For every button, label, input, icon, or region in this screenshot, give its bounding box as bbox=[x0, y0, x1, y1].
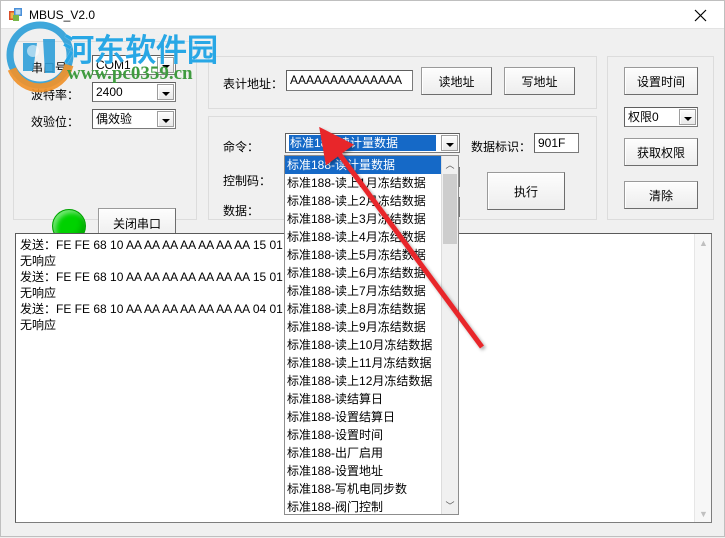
dropdown-item[interactable]: 标准188-设置地址 bbox=[285, 462, 441, 480]
dropdown-item[interactable]: 标准188-读上6月冻结数据 bbox=[285, 264, 441, 282]
serial-settings-panel: 串口号： COM1 波特率： 2400 效验位： 偶效验 关闭串口 bbox=[13, 41, 197, 243]
dropdown-item[interactable]: 标准188-读上2月冻结数据 bbox=[285, 192, 441, 210]
chevron-down-icon[interactable] bbox=[157, 84, 174, 100]
scroll-down-icon[interactable]: ▼ bbox=[695, 505, 711, 522]
data-label: 数据： bbox=[223, 204, 260, 218]
set-time-button[interactable]: 设置时间 bbox=[624, 67, 698, 95]
dropdown-item[interactable]: 标准188-写机电同步数 bbox=[285, 480, 441, 498]
port-combo[interactable]: COM1 bbox=[92, 55, 176, 75]
dropdown-item[interactable]: 标准188-读上12月冻结数据 bbox=[285, 372, 441, 390]
control-code-label: 控制码： bbox=[223, 174, 272, 188]
baud-label: 波特率： bbox=[31, 88, 80, 102]
parity-label: 效验位： bbox=[31, 115, 80, 129]
clear-button[interactable]: 清除 bbox=[624, 181, 698, 209]
permission-combo[interactable]: 权限0 bbox=[624, 107, 698, 127]
dropdown-item[interactable]: 标准188-读上8月冻结数据 bbox=[285, 300, 441, 318]
chevron-down-icon[interactable] bbox=[157, 111, 174, 127]
window-title: MBUS_V2.0 bbox=[29, 8, 96, 22]
title-bar: MBUS_V2.0 bbox=[1, 1, 724, 29]
permission-panel: 设置时间 权限0 获取权限 清除 bbox=[607, 56, 714, 220]
dropdown-item[interactable]: 标准188-读上4月冻结数据 bbox=[285, 228, 441, 246]
meter-address-label: 表计地址： bbox=[223, 77, 284, 91]
dropdown-item[interactable]: 标准188-出厂启用 bbox=[285, 444, 441, 462]
application-window: MBUS_V2.0 串口号： COM1 波特率： 2400 效验位： 偶效验 关… bbox=[0, 0, 725, 537]
dropdown-item[interactable]: 标准188-读计量数据 bbox=[285, 156, 441, 174]
close-button[interactable] bbox=[678, 1, 724, 28]
dropdown-item[interactable]: 标准188-设置时间 bbox=[285, 426, 441, 444]
read-address-button[interactable]: 读地址 bbox=[421, 67, 492, 95]
dropdown-item[interactable]: 标准188-读上1月冻结数据 bbox=[285, 174, 441, 192]
baud-combo[interactable]: 2400 bbox=[92, 82, 176, 102]
chevron-down-icon[interactable] bbox=[441, 135, 458, 151]
port-label: 串口号： bbox=[31, 61, 80, 75]
dropdown-item[interactable]: 标准188-读上11月冻结数据 bbox=[285, 354, 441, 372]
log-scrollbar[interactable]: ▲ ▼ bbox=[694, 234, 711, 522]
parity-combo-value: 偶效验 bbox=[96, 112, 133, 126]
dropdown-item[interactable]: 标准188-阀门控制 bbox=[285, 498, 441, 514]
get-permission-button[interactable]: 获取权限 bbox=[624, 138, 698, 166]
scroll-down-icon[interactable]: ﹀ bbox=[442, 497, 458, 514]
chevron-down-icon[interactable] bbox=[679, 109, 696, 125]
command-dropdown-items: 标准188-读计量数据 标准188-读上1月冻结数据 标准188-读上2月冻结数据标… bbox=[285, 156, 441, 514]
command-combo[interactable]: 标准188-读计量数据 bbox=[285, 133, 460, 153]
data-id-input[interactable]: 901F bbox=[534, 133, 579, 153]
chevron-down-icon[interactable] bbox=[157, 57, 174, 73]
dropdown-item[interactable]: 标准188-读上9月冻结数据 bbox=[285, 318, 441, 336]
meter-address-panel: 表计地址： AAAAAAAAAAAAAA 读地址 写地址 bbox=[208, 56, 597, 109]
command-combo-value: 标准188-读计量数据 bbox=[289, 135, 436, 151]
dropdown-item[interactable]: 标准188-读上5月冻结数据 bbox=[285, 246, 441, 264]
scroll-up-icon[interactable]: ▲ bbox=[695, 234, 711, 251]
dropdown-item[interactable]: 标准188-设置结算日 bbox=[285, 408, 441, 426]
write-address-button[interactable]: 写地址 bbox=[504, 67, 575, 95]
command-dropdown-list[interactable]: 标准188-读计量数据 标准188-读上1月冻结数据 标准188-读上2月冻结数据标… bbox=[284, 155, 459, 515]
dropdown-item[interactable]: 标准188-读上10月冻结数据 bbox=[285, 336, 441, 354]
dropdown-item[interactable]: 标准188-读结算日 bbox=[285, 390, 441, 408]
port-combo-value: COM1 bbox=[96, 58, 131, 72]
dropdown-scrollbar[interactable]: ︿ ﹀ bbox=[441, 156, 458, 514]
app-icon bbox=[8, 7, 24, 23]
meter-address-input[interactable]: AAAAAAAAAAAAAA bbox=[286, 70, 413, 91]
scrollbar-thumb[interactable] bbox=[443, 174, 457, 244]
command-label: 命令： bbox=[223, 140, 260, 154]
dropdown-item[interactable]: 标准188-读上3月冻结数据 bbox=[285, 210, 441, 228]
execute-button[interactable]: 执行 bbox=[487, 172, 565, 210]
scroll-up-icon[interactable]: ︿ bbox=[442, 156, 458, 173]
dropdown-item[interactable]: 标准188-读上7月冻结数据 bbox=[285, 282, 441, 300]
baud-combo-value: 2400 bbox=[96, 85, 123, 99]
data-id-label: 数据标识： bbox=[471, 140, 532, 154]
parity-combo[interactable]: 偶效验 bbox=[92, 109, 176, 129]
permission-combo-value: 权限0 bbox=[628, 110, 659, 124]
